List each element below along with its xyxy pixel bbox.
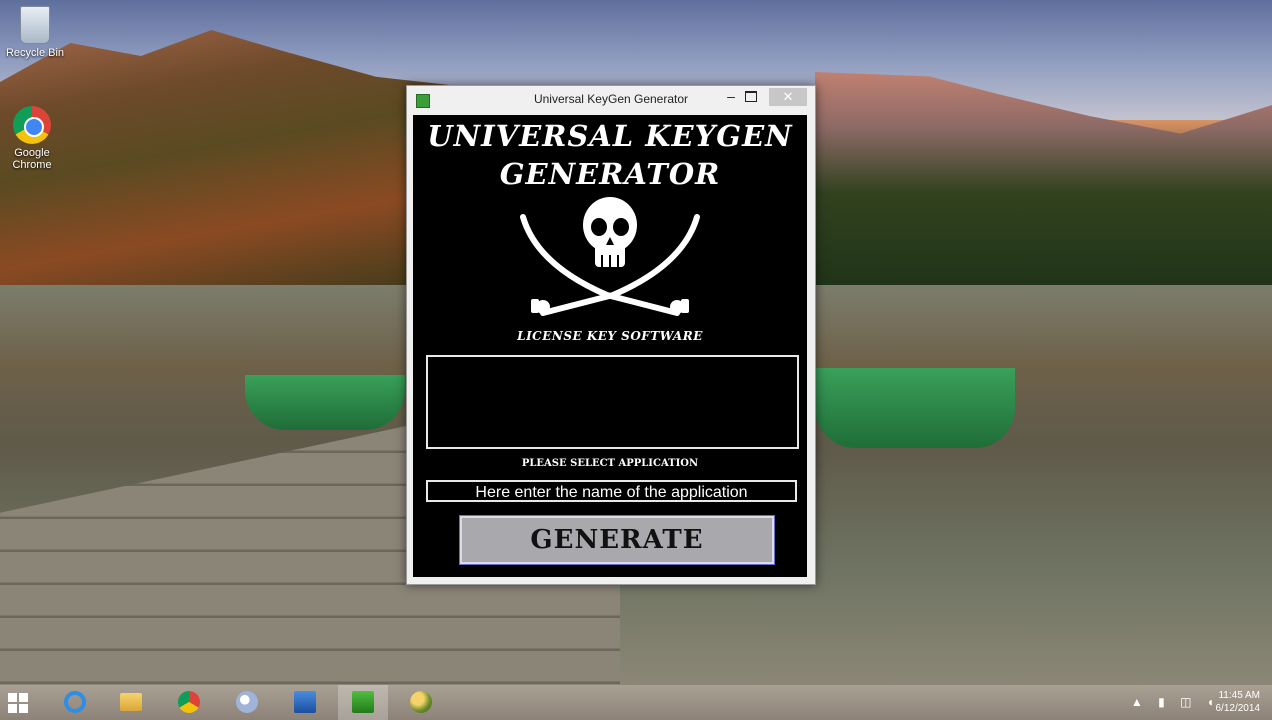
ball-app-icon xyxy=(410,691,432,713)
taskbar: ▲ ▮ ◫ ◖ 11:45 AM 6/12/2014 xyxy=(0,685,1272,720)
taskbar-paint[interactable] xyxy=(222,685,272,720)
taskbar-file-explorer[interactable] xyxy=(106,685,156,720)
taskbar-chrome[interactable] xyxy=(164,685,214,720)
window-titlebar[interactable]: Universal KeyGen Generator – ✕ xyxy=(407,86,815,113)
minimize-button[interactable]: – xyxy=(721,89,741,107)
desktop-icon-google-chrome[interactable]: Google Chrome xyxy=(0,106,67,171)
wallpaper-boat-right xyxy=(815,368,1015,448)
taskbar-internet-explorer[interactable] xyxy=(50,685,100,720)
heading-line-2: GENERATOR xyxy=(499,157,721,191)
skull-crossed-swords-logo xyxy=(520,197,700,316)
clock-date: 6/12/2014 xyxy=(1215,703,1261,714)
paint-icon xyxy=(236,691,258,713)
wallpaper-boat-left xyxy=(245,375,405,430)
taskbar-network-app[interactable] xyxy=(280,685,330,720)
desktop-icon-recycle-bin[interactable]: Recycle Bin xyxy=(0,6,70,59)
recycle-bin-icon xyxy=(20,6,50,44)
desktop-icon-label: Recycle Bin xyxy=(5,47,65,59)
file-explorer-icon xyxy=(120,693,142,711)
desktop-icon-label: Google Chrome xyxy=(12,147,52,171)
clock-time: 11:45 AM xyxy=(1218,690,1260,701)
select-application-label: PLEASE SELECT APPLICATION xyxy=(521,458,699,469)
subheading: LICENSE KEY SOFTWARE xyxy=(517,329,703,343)
chrome-icon xyxy=(13,106,51,144)
heading-line-1: UNIVERSAL KEYGEN xyxy=(427,119,793,153)
generate-button[interactable]: GENERATE xyxy=(459,515,775,565)
start-icon xyxy=(8,693,28,713)
chrome-icon xyxy=(178,691,200,713)
internet-explorer-icon xyxy=(64,691,86,713)
maximize-button[interactable] xyxy=(745,91,757,102)
start-button[interactable] xyxy=(0,685,40,720)
taskbar-keygen-app[interactable] xyxy=(338,685,388,720)
network-app-icon xyxy=(294,691,316,713)
keygen-app-icon xyxy=(352,691,374,713)
desktop: Recycle Bin Google Chrome Universal KeyG… xyxy=(0,0,1272,720)
keygen-window: Universal KeyGen Generator – ✕ UNIVERSAL… xyxy=(406,85,816,585)
system-tray-icons[interactable]: ▲ ▮ ◫ ◖ xyxy=(1131,695,1220,709)
key-output-box[interactable] xyxy=(426,355,799,449)
taskbar-clock[interactable]: 11:45 AM 6/12/2014 xyxy=(1216,689,1261,715)
window-client: UNIVERSAL KEYGEN GENERATOR LICENSE KEY S… xyxy=(413,115,807,577)
close-button[interactable]: ✕ xyxy=(769,88,807,106)
taskbar-ball-app[interactable] xyxy=(396,685,446,720)
application-name-input[interactable]: Here enter the name of the application xyxy=(426,480,797,502)
